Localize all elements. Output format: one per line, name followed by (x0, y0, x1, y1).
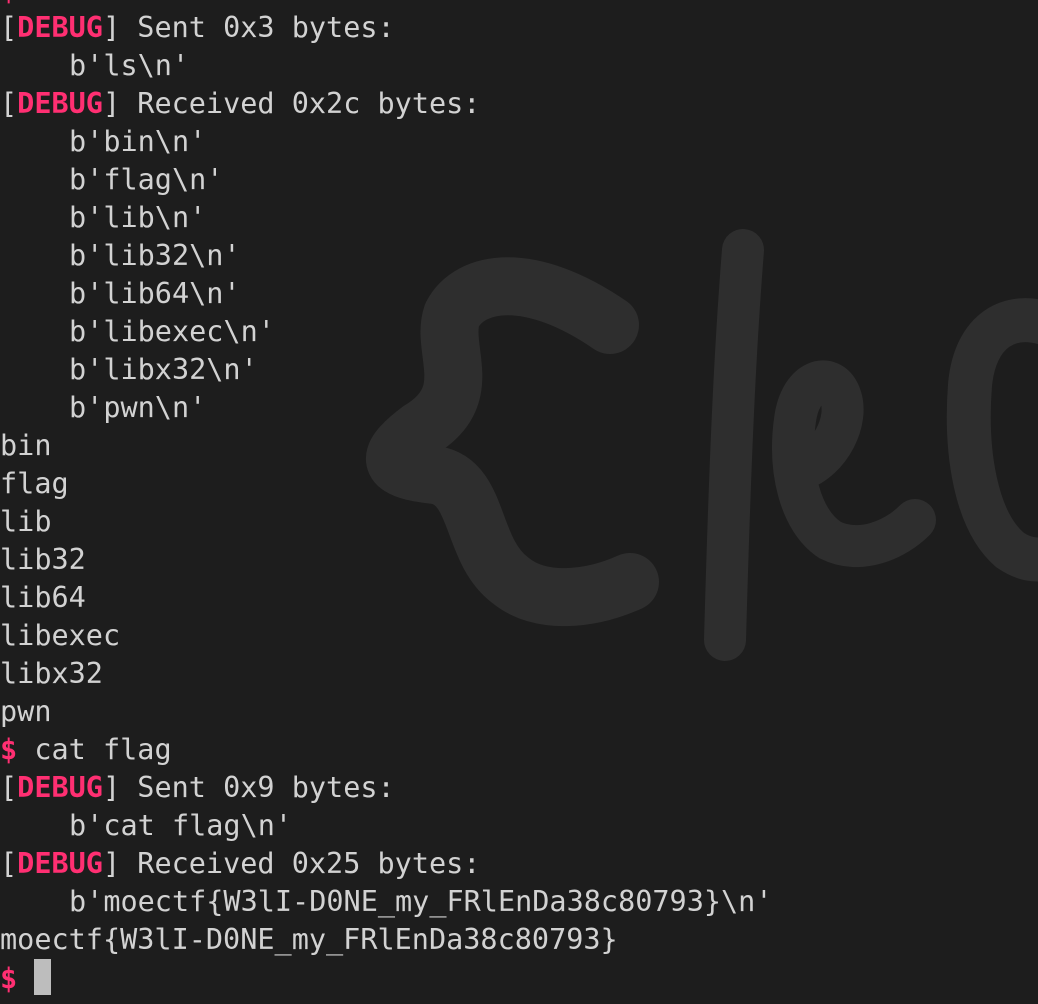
command-output: libexec (0, 619, 121, 652)
bytes-literal: b'libx32\n' (69, 353, 258, 386)
terminal-line-output: moectf{W3lI-D0NE_my_FRlEnDa38c80793} (0, 921, 773, 959)
terminal-line-bytes: b'cat flag\n' (0, 807, 773, 845)
prompt-symbol: $ (0, 962, 18, 995)
command-output: lib32 (0, 543, 86, 576)
bytes-literal: b'lib64\n' (69, 277, 241, 310)
terminal-line-output: bin (0, 427, 773, 465)
debug-bracket-close: ] (102, 87, 121, 120)
bytes-literal: b'libexec\n' (69, 315, 275, 348)
debug-bracket-close: ] (102, 11, 121, 44)
terminal-line-debug: [DEBUG] Sent 0x9 bytes: (0, 769, 773, 807)
terminal-line-bytes: b'flag\n' (0, 161, 773, 199)
debug-bracket-open: [ (0, 847, 18, 880)
text-cursor[interactable] (34, 959, 52, 995)
debug-tag: DEBUG (17, 771, 103, 804)
debug-message: Sent 0x3 bytes: (120, 11, 395, 44)
command-output: flag (0, 467, 69, 500)
debug-bracket-open: [ (0, 771, 18, 804)
terminal-line-output: libx32 (0, 655, 773, 693)
debug-bracket-close: ] (102, 771, 121, 804)
terminal-line-bytes: b'lib32\n' (0, 237, 773, 275)
terminal-line-debug: [DEBUG] Received 0x25 bytes: (0, 845, 773, 883)
terminal-line-bytes: b'bin\n' (0, 123, 773, 161)
debug-bracket-close: ] (102, 847, 121, 880)
debug-message: Received 0x2c bytes: (120, 87, 481, 120)
prompt-symbol: $ (0, 733, 18, 766)
bytes-literal: b'flag\n' (69, 163, 224, 196)
terminal-line-output: lib32 (0, 541, 773, 579)
command-output: bin (0, 429, 52, 462)
terminal-line-output: libexec (0, 617, 773, 655)
bytes-literal: b'lib32\n' (69, 239, 241, 272)
bytes-literal: b'ls\n' (69, 49, 190, 82)
terminal-line-output: flag (0, 465, 773, 503)
terminal-output: $ ls[DEBUG] Sent 0x3 bytes:b'ls\n'[DEBUG… (0, 0, 773, 997)
terminal-line-bytes: b'moectf{W3lI-D0NE_my_FRlEnDa38c80793}\n… (0, 883, 773, 921)
command-output: lib (0, 505, 52, 538)
command-output: libx32 (0, 657, 103, 690)
command-text: cat flag (17, 733, 172, 766)
terminal-line-bytes: b'lib64\n' (0, 275, 773, 313)
terminal-line-command: $ cat flag (0, 731, 773, 769)
command-text: ls (17, 0, 68, 6)
terminal-window[interactable]: $ ls[DEBUG] Sent 0x3 bytes:b'ls\n'[DEBUG… (0, 0, 1038, 1004)
debug-bracket-open: [ (0, 87, 18, 120)
terminal-line-bytes: b'pwn\n' (0, 389, 773, 427)
terminal-line-bytes: b'ls\n' (0, 47, 773, 85)
terminal-line-bytes: b'libexec\n' (0, 313, 773, 351)
command-output: pwn (0, 695, 52, 728)
bytes-literal: b'lib\n' (69, 201, 207, 234)
bytes-literal: b'moectf{W3lI-D0NE_my_FRlEnDa38c80793}\n… (69, 885, 773, 918)
debug-tag: DEBUG (17, 847, 103, 880)
debug-message: Received 0x25 bytes: (120, 847, 481, 880)
terminal-line-output: lib64 (0, 579, 773, 617)
debug-message: Sent 0x9 bytes: (120, 771, 395, 804)
terminal-line-debug: [DEBUG] Sent 0x3 bytes: (0, 9, 773, 47)
terminal-line-bytes: b'lib\n' (0, 199, 773, 237)
terminal-line-output: pwn (0, 693, 773, 731)
terminal-line-prompt: $ (0, 959, 773, 997)
debug-tag: DEBUG (17, 11, 103, 44)
terminal-line-debug: [DEBUG] Received 0x2c bytes: (0, 85, 773, 123)
bytes-literal: b'bin\n' (69, 125, 207, 158)
terminal-line-bytes: b'libx32\n' (0, 351, 773, 389)
terminal-line-output: lib (0, 503, 773, 541)
debug-bracket-open: [ (0, 11, 18, 44)
bytes-literal: b'cat flag\n' (69, 809, 293, 842)
command-output: moectf{W3lI-D0NE_my_FRlEnDa38c80793} (0, 923, 618, 956)
command-output: lib64 (0, 581, 86, 614)
debug-tag: DEBUG (17, 87, 103, 120)
bytes-literal: b'pwn\n' (69, 391, 207, 424)
prompt-symbol: $ (0, 0, 17, 6)
terminal-line-command: $ ls (0, 0, 773, 9)
